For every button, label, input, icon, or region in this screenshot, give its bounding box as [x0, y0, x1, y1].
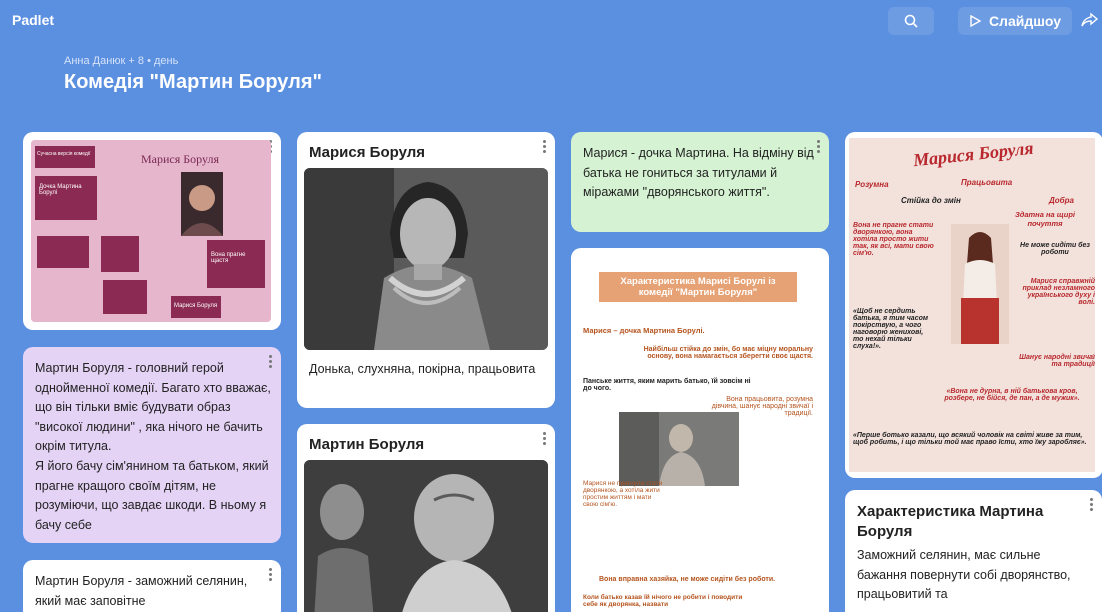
search-button[interactable]	[888, 7, 934, 35]
post-title: Характеристика Мартина Боруля	[857, 503, 1044, 540]
post-card-marysia-poster[interactable]: Марися Боруля Розумна Працьовита Добра С…	[845, 132, 1102, 478]
post-card-poster-marysia[interactable]: Марися Боруля Сучасна версія комедії Доч…	[23, 132, 281, 330]
poster-line: Вона вправна хазяйка, не може сидіти без…	[599, 576, 776, 583]
poster-caption: Марися Боруля	[174, 303, 218, 309]
poster-line: Марися – дочка Мартина Борулі.	[583, 326, 705, 335]
poster-word: Здатна на щирі почуття	[1014, 210, 1076, 228]
board-byline: Анна Данюк + 8 • день	[64, 55, 179, 67]
post-menu-icon[interactable]	[269, 568, 273, 582]
post-card-martyn-opinion[interactable]: Мартин Боруля - головний герой однойменн…	[23, 347, 281, 543]
post-card-martyn-rich[interactable]: Мартин Боруля - заможний селянин, який м…	[23, 560, 281, 612]
post-card-marysia-photo[interactable]: Марися Боруля Донька, слухняна, покірна,…	[297, 132, 555, 408]
post-text: Заможний селянин, має сильне бажання пов…	[857, 548, 1071, 602]
poster-text: Не може сидіти без роботи	[1020, 242, 1090, 256]
poster-text: «Щоб не сердить батька, я тим часом покі…	[853, 308, 929, 350]
post-card-marysia-about[interactable]: Марися - дочка Мартина. На відміну від б…	[571, 132, 829, 232]
share-icon	[1081, 12, 1099, 27]
post-caption: Донька, слухняна, покірна, працьовита	[309, 362, 536, 376]
poster-photo	[951, 224, 1009, 344]
poster-line: Найбільш стійка до змін, бо має міцну мо…	[643, 346, 813, 360]
poster-text: «Перше ботько казали, що всякий чоловік …	[853, 432, 1087, 446]
post-card-martyn-characteristics[interactable]: Характеристика Мартина Боруля Заможний с…	[845, 490, 1102, 612]
slideshow-button[interactable]: Слайдшоу	[958, 7, 1072, 35]
poster-photo	[619, 412, 739, 486]
poster-image: Марися Боруля Розумна Працьовита Добра С…	[849, 138, 1095, 472]
poster-heading: Характеристика Марисі Борулі із комедії …	[599, 272, 797, 302]
board-title: Комедія "Мартин Боруля"	[64, 71, 323, 93]
poster-title: Марися Боруля	[141, 152, 219, 166]
poster-line: Коли батько казав їй нічого не робити і …	[583, 594, 743, 608]
poster-image: Марися Боруля Сучасна версія комедії Доч…	[31, 140, 271, 322]
poster-text: Шанує народні звичаї та традиції	[1019, 354, 1095, 368]
slideshow-label: Слайдшоу	[988, 13, 1062, 29]
play-icon	[970, 15, 981, 27]
poster-box-text: Вона прагне щастя	[211, 252, 246, 264]
post-photo[interactable]	[304, 460, 548, 612]
post-menu-icon[interactable]	[1090, 498, 1094, 512]
poster-word: Розумна	[855, 180, 889, 189]
padlet-logo[interactable]: Padlet	[12, 12, 54, 28]
poster-word: Працьовита	[961, 178, 1013, 187]
post-title: Марися Боруля	[309, 144, 426, 161]
poster-word: Стійка до змін	[901, 196, 961, 205]
poster-text: Вона не прагне стати дворянкою, вона хот…	[853, 222, 934, 257]
poster-box-text: Дочка Мартина Борулі	[39, 184, 82, 196]
post-title: Мартин Боруля	[309, 436, 425, 453]
poster-subtitle: Сучасна версія комедії	[37, 151, 91, 157]
post-photo[interactable]	[304, 168, 548, 350]
poster-title: Марися Боруля	[912, 138, 1035, 171]
post-text: Мартин Боруля - головний герой однойменн…	[35, 361, 271, 532]
post-text: Мартин Боруля - заможний селянин, який м…	[35, 574, 248, 608]
poster-line: Марися не прагнула стати дворянкою, а хо…	[583, 480, 663, 508]
top-bar: Padlet Слайдшоу	[0, 0, 1102, 40]
post-text: Марися - дочка Мартина. На відміну від б…	[583, 146, 814, 200]
post-card-martyn-photo[interactable]: Мартин Боруля	[297, 424, 555, 612]
poster-image: Характеристика Марисі Борулі із комедії …	[579, 256, 821, 612]
post-card-marysia-characteristics[interactable]: Характеристика Марисі Борулі із комедії …	[571, 248, 829, 612]
poster-line: Панське життя, яким марить батько, їй зо…	[583, 378, 751, 392]
photo-martyn	[304, 460, 548, 612]
post-menu-icon[interactable]	[543, 140, 547, 154]
photo-marysia	[304, 168, 548, 350]
poster-text: Марися справжній приклад незламного укра…	[1022, 278, 1095, 306]
poster-background	[31, 140, 271, 322]
post-menu-icon[interactable]	[543, 432, 547, 446]
poster-word: Добра	[1049, 196, 1074, 205]
share-button[interactable]	[1080, 10, 1102, 32]
poster-text: «Вона не дурна, в ній батькова кров, роз…	[944, 388, 1080, 402]
search-icon	[904, 14, 918, 28]
